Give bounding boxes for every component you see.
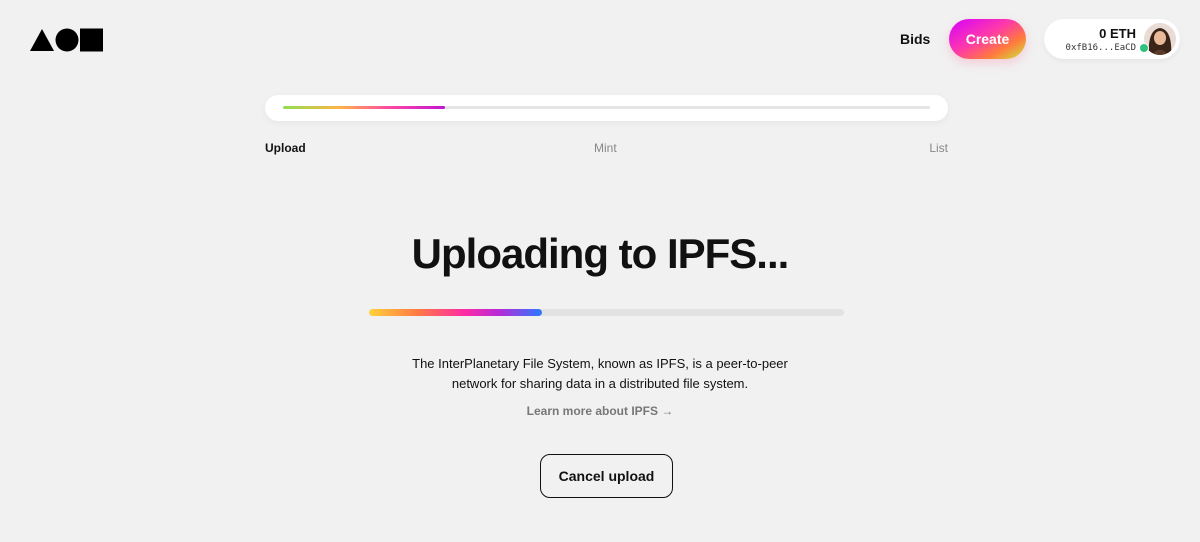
- logo-circle-shape: [55, 28, 79, 52]
- cancel-upload-button[interactable]: Cancel upload: [540, 454, 673, 498]
- avatar-face-shape: [1154, 31, 1166, 45]
- logo-icon[interactable]: [30, 28, 104, 52]
- description-line-1: The InterPlanetary File System, known as…: [412, 356, 788, 371]
- step-mint: Mint: [594, 141, 617, 155]
- learn-more-link[interactable]: Learn more about IPFS →: [0, 404, 1200, 418]
- upload-progress-fill: [369, 309, 543, 316]
- avatar[interactable]: [1144, 23, 1176, 55]
- page-title: Uploading to IPFS...: [411, 230, 790, 277]
- ipfs-description: The InterPlanetary File System, known as…: [0, 354, 1200, 394]
- bids-link[interactable]: Bids: [900, 31, 930, 47]
- online-status-dot: [1139, 43, 1149, 53]
- logo-square-shape: [80, 28, 103, 52]
- stepper-track: [283, 106, 930, 109]
- stepper-fill: [283, 106, 445, 109]
- step-list: List: [929, 141, 948, 155]
- avatar-icon: [1144, 23, 1176, 55]
- upload-progress-bar: [369, 309, 844, 316]
- stepper-progress: [265, 95, 948, 121]
- create-button[interactable]: Create: [949, 19, 1026, 59]
- wallet-address: 0xfB16...EaCD: [1065, 43, 1136, 53]
- step-upload: Upload: [265, 141, 306, 155]
- wallet-balance: 0 ETH: [1099, 26, 1136, 41]
- logo-triangle-shape: [30, 29, 54, 51]
- wallet-button[interactable]: 0 ETH 0xfB16...EaCD: [1044, 19, 1180, 59]
- description-line-2: network for sharing data in a distribute…: [451, 376, 749, 391]
